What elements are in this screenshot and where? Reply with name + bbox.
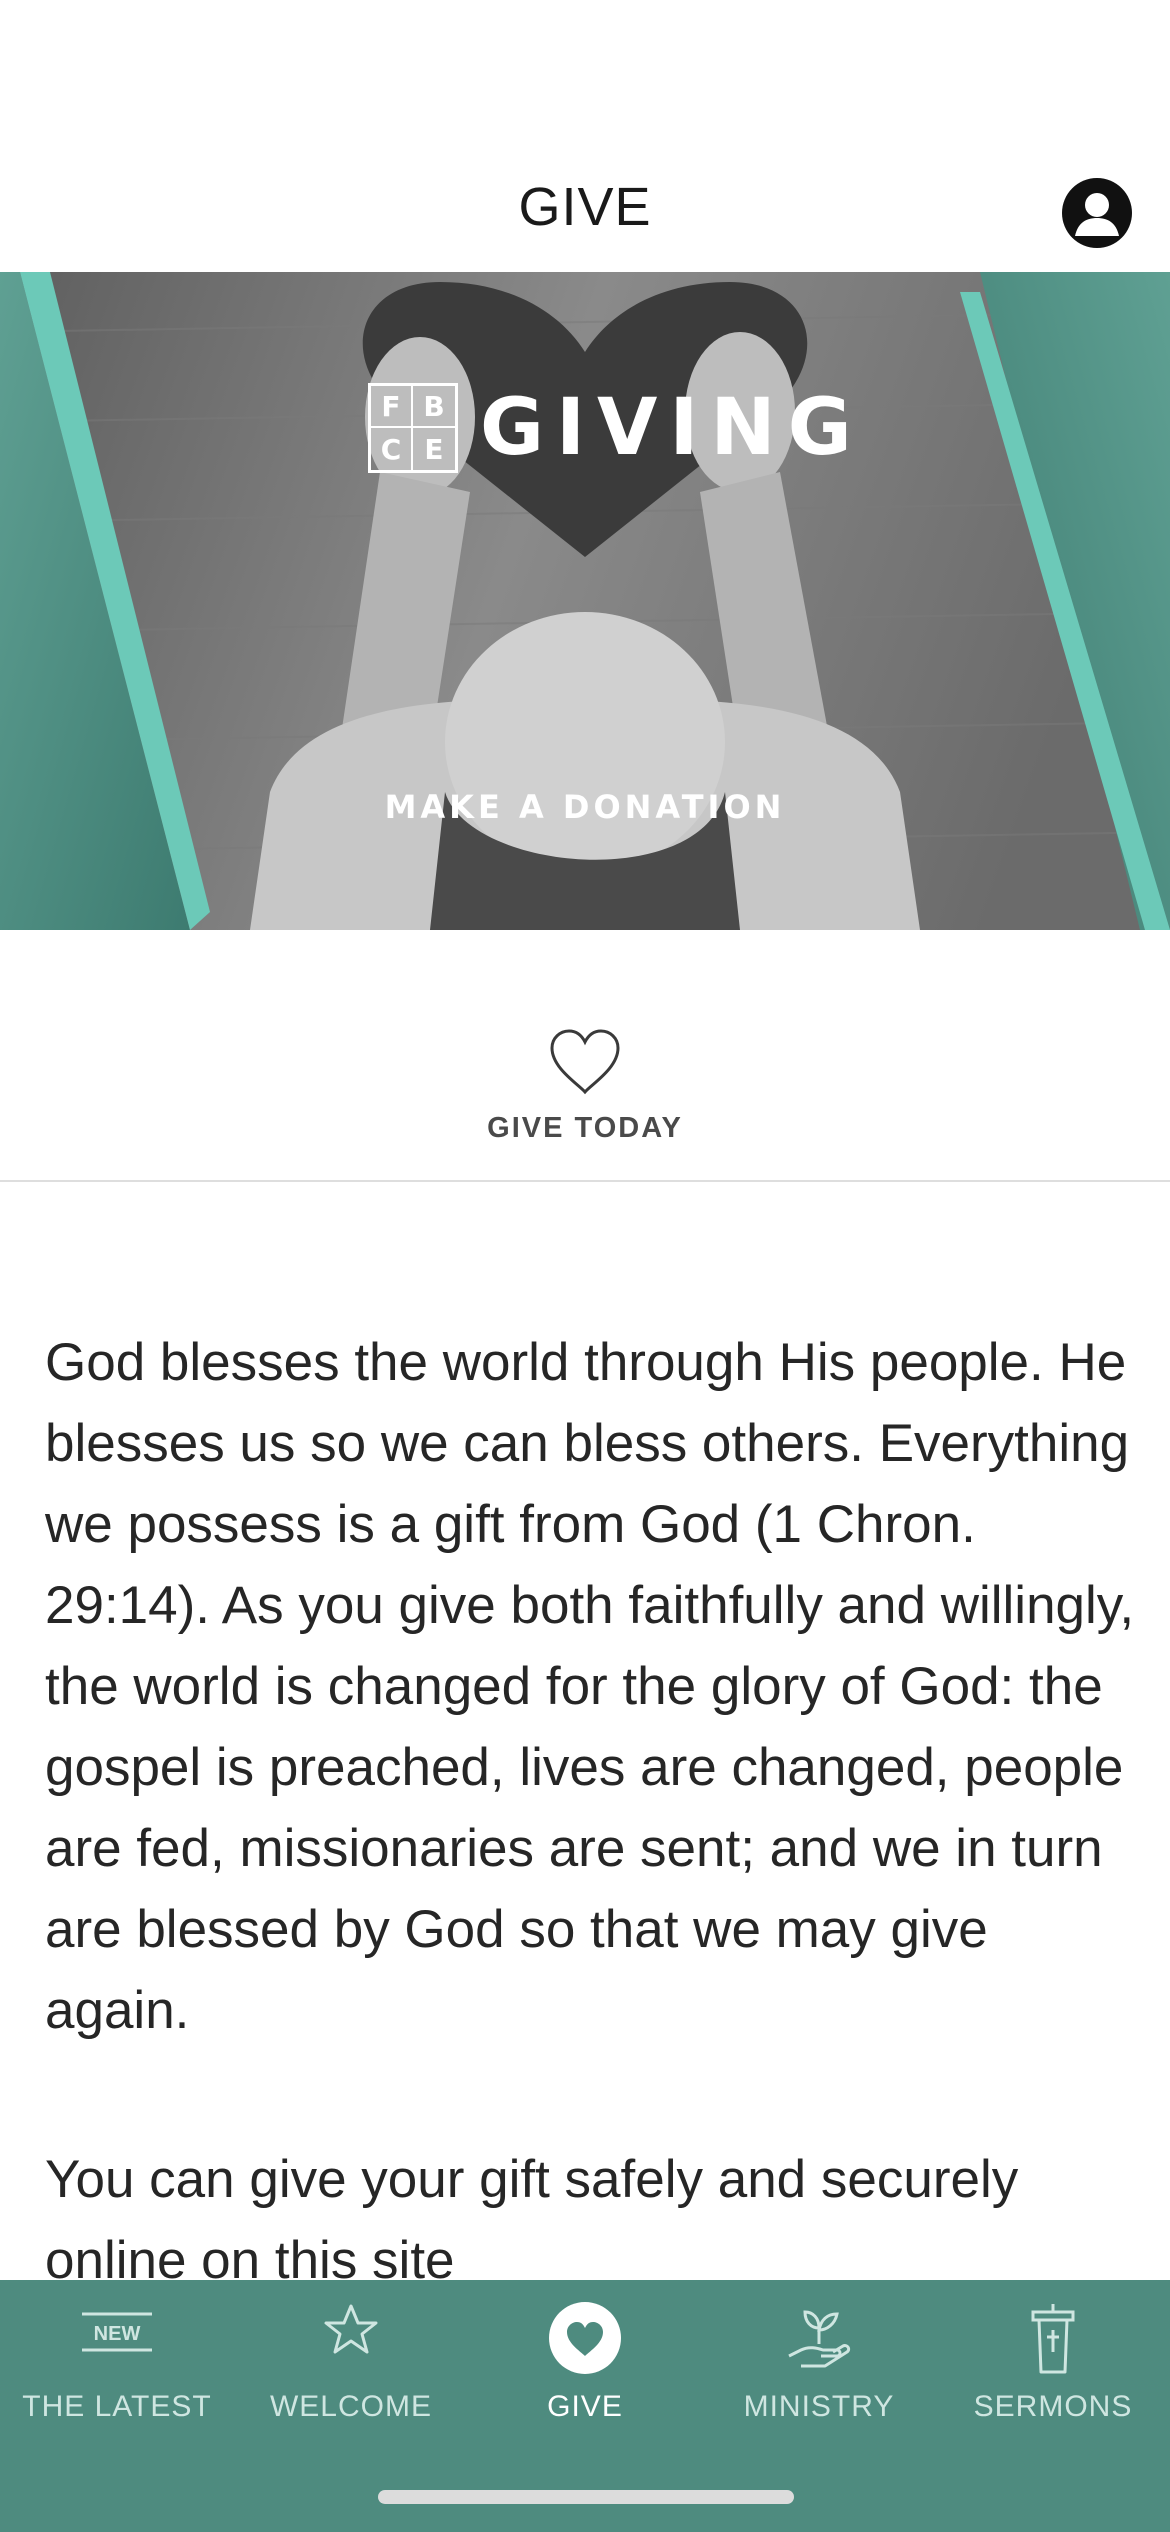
new-badge-text: NEW — [94, 2323, 141, 2345]
home-indicator[interactable] — [378, 2490, 794, 2504]
giving-logo: F B C E GIVING — [368, 380, 864, 476]
top-nav-bar: GIVE — [0, 0, 1170, 272]
tab-label: SERMONS — [973, 2390, 1133, 2423]
heart-outline-icon — [550, 1029, 620, 1095]
tab-welcome[interactable]: WELCOME — [234, 2280, 468, 2430]
giving-wordmark: GIVING — [480, 383, 864, 473]
new-badge-icon: NEW — [82, 2312, 152, 2352]
make-donation-text: MAKE A DONATION — [384, 788, 786, 826]
tab-give[interactable]: GIVE — [468, 2280, 702, 2430]
brand-letter: B — [413, 386, 455, 428]
give-today-label: GIVE TODAY — [487, 1112, 683, 1144]
tab-the-latest[interactable]: NEW THE LATEST — [0, 2280, 234, 2430]
giving-banner[interactable]: F B C E GIVING MAKE A DONATION — [0, 272, 1170, 930]
brand-letter: C — [371, 428, 413, 470]
tab-label: MINISTRY — [743, 2390, 895, 2423]
brand-letter: E — [424, 432, 444, 466]
tab-ministry[interactable]: MINISTRY — [702, 2280, 936, 2430]
give-today-button[interactable]: GIVE TODAY — [0, 930, 1170, 1182]
give-screen: GIVE F B C E GIVING MAKE A DONATION GIVE… — [0, 0, 1170, 2532]
bottom-tab-bar: NEW THE LATEST WELCOME GIVE MINISTRY SER… — [0, 2280, 1170, 2532]
heart-circle-icon — [549, 2302, 621, 2374]
brand-letter: F — [371, 386, 413, 428]
hand-plant-icon — [788, 2310, 851, 2368]
user-circle-icon — [1062, 178, 1132, 248]
fbce-mark: F B C E — [368, 383, 458, 473]
tab-label: WELCOME — [269, 2390, 432, 2423]
banner-photo — [0, 272, 1170, 930]
paragraph: God blesses the world through His people… — [45, 1333, 1135, 2040]
profile-button[interactable] — [1062, 178, 1132, 248]
star-icon — [324, 2304, 378, 2354]
tab-label: GIVE — [547, 2390, 623, 2423]
paragraph: You can give your gift safely and secure… — [45, 2150, 1019, 2290]
tab-label: THE LATEST — [22, 2390, 212, 2423]
giving-description: God blesses the world through His people… — [45, 1322, 1135, 2389]
tab-sermons[interactable]: SERMONS — [936, 2280, 1170, 2430]
page-title: GIVE — [518, 177, 652, 237]
pulpit-icon — [1031, 2304, 1075, 2374]
